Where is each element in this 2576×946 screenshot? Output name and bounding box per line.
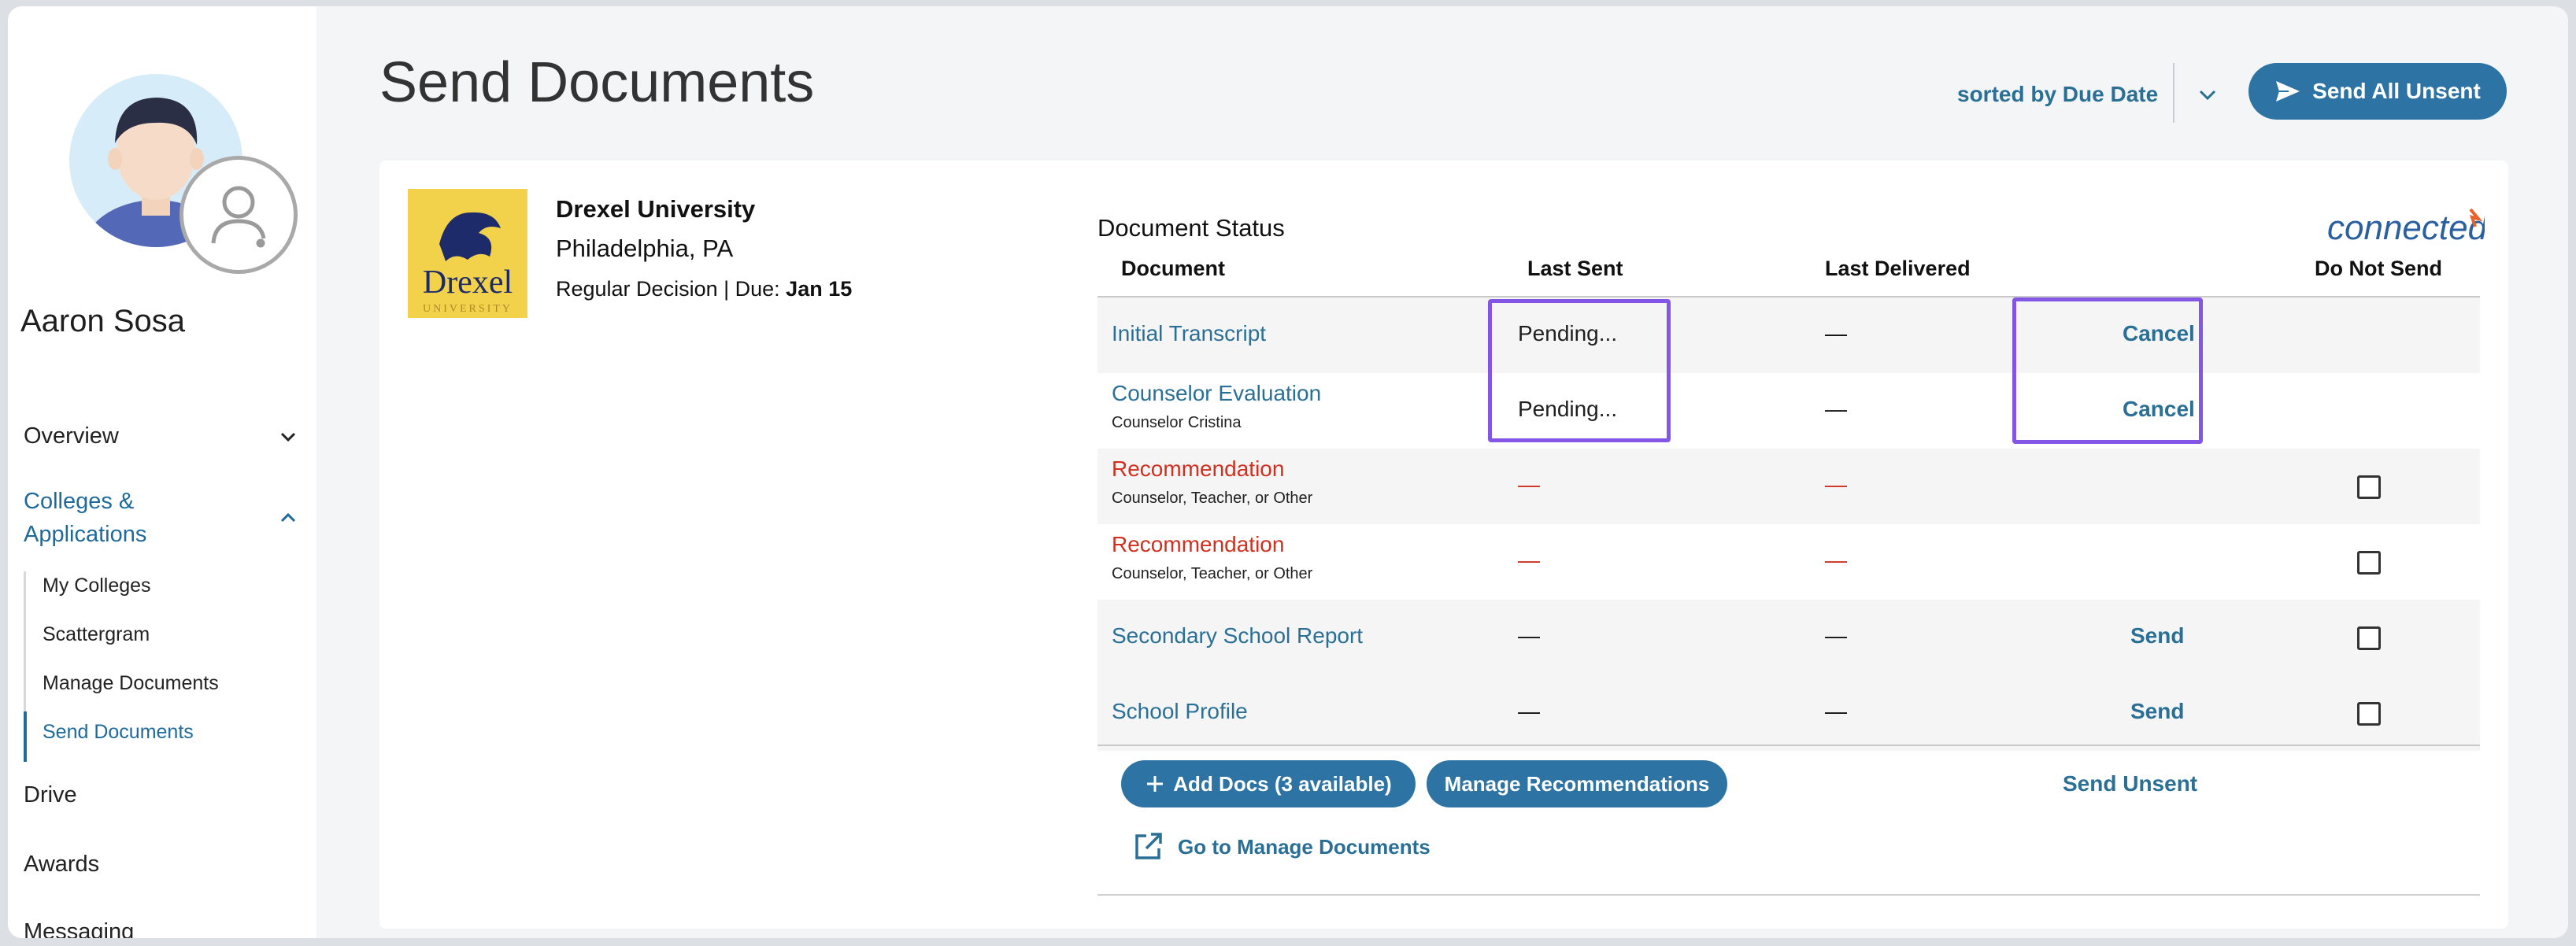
chevron-down-icon <box>280 432 296 442</box>
school-location: Philadelphia, PA <box>556 235 734 262</box>
table-row: School Profile — — Send <box>1097 675 2480 751</box>
card-bottom-divider <box>1097 894 2480 896</box>
sort-label[interactable]: sorted by Due Date <box>1957 82 2158 107</box>
send-icon <box>2276 81 2300 102</box>
sidebar-item-label: Messaging <box>24 919 135 938</box>
do-not-send-checkbox[interactable] <box>2357 551 2381 575</box>
sidebar-item-label: Overview <box>24 423 119 449</box>
table-row: Initial Transcript Pending... — Cancel <box>1097 297 2480 373</box>
external-link-icon <box>1135 833 1162 859</box>
sidebar-item-awards[interactable]: Awards <box>24 852 299 878</box>
sidebar: Aaron Sosa Overview Colleges & Applicati… <box>8 6 316 938</box>
column-header-last-sent: Last Sent <box>1527 257 1623 280</box>
document-link[interactable]: Initial Transcript <box>1112 321 1266 346</box>
last-delivered-value: — <box>1825 699 1847 723</box>
sidebar-item-label: Drive <box>24 782 77 807</box>
add-docs-button[interactable]: Add Docs (3 available) <box>1121 760 1416 807</box>
document-link[interactable]: School Profile <box>1112 699 1248 724</box>
sort-dropdown-chevron-icon[interactable] <box>2193 80 2222 109</box>
document-subtitle: Counselor, Teacher, or Other <box>1112 565 1313 582</box>
logo-subtext: UNIVERSITY <box>423 303 513 315</box>
submenu-active-indicator <box>24 711 27 762</box>
column-header-do-not-send: Do Not Send <box>2315 257 2442 280</box>
last-delivered-value: — <box>1825 623 1847 648</box>
connected-logo-text: connected <box>2327 209 2485 247</box>
sidebar-item-label: Awards <box>24 852 100 877</box>
document-link[interactable]: Counselor Evaluation <box>1112 381 1321 406</box>
document-link[interactable]: Recommendation <box>1112 456 1284 482</box>
table-row: Recommendation Counselor, Teacher, or Ot… <box>1097 449 2480 524</box>
send-unsent-button[interactable]: Send Unsent <box>2063 771 2197 796</box>
send-button[interactable]: Send <box>2130 699 2184 724</box>
profile-placeholder-icon <box>180 156 298 274</box>
deadline-prefix: Regular Decision | Due: <box>556 277 780 301</box>
plus-icon <box>1147 776 1164 792</box>
last-delivered-value: — <box>1825 321 1847 346</box>
do-not-send-checkbox[interactable] <box>2357 475 2381 499</box>
manage-recommendations-button[interactable]: Manage Recommendations <box>1427 760 1727 807</box>
user-name: Aaron Sosa <box>20 304 186 338</box>
table-row: Secondary School Report — — Send <box>1097 600 2480 675</box>
document-status-title: Document Status <box>1097 214 1285 242</box>
sidebar-item-drive[interactable]: Drive <box>24 782 299 808</box>
sidebar-subitem-manage-documents[interactable]: Manage Documents <box>43 672 219 695</box>
table-row: Counselor Evaluation Counselor Cristina … <box>1097 373 2480 449</box>
college-card: Drexel UNIVERSITY Drexel University Phil… <box>379 161 2508 929</box>
school-name[interactable]: Drexel University <box>556 195 755 224</box>
do-not-send-checkbox[interactable] <box>2357 626 2381 650</box>
sort-divider <box>2173 63 2174 123</box>
do-not-send-checkbox[interactable] <box>2357 702 2381 726</box>
sidebar-item-colleges-applications[interactable]: Colleges & Applications <box>24 485 299 551</box>
add-docs-label: Add Docs (3 available) <box>1173 771 1392 796</box>
avatar[interactable] <box>69 74 298 274</box>
last-delivered-value: — <box>1825 397 1847 421</box>
last-sent-value: — <box>1518 699 1540 723</box>
column-header-document: Document <box>1121 257 1226 280</box>
send-button[interactable]: Send <box>2130 623 2184 649</box>
connected-logo-icon: connected <box>2327 208 2485 247</box>
cancel-highlight-box <box>2012 297 2203 444</box>
school-deadline: Regular Decision | Due: Jan 15 <box>556 277 852 301</box>
sidebar-item-label: Colleges & Applications <box>24 489 147 547</box>
sidebar-subitem-my-colleges[interactable]: My Colleges <box>43 575 151 597</box>
last-sent-value: — <box>1518 548 1540 572</box>
pending-highlight-box <box>1488 299 1671 442</box>
sidebar-item-overview[interactable]: Overview <box>24 423 299 449</box>
sidebar-subitem-scattergram[interactable]: Scattergram <box>43 623 150 646</box>
column-header-last-delivered: Last Delivered <box>1825 257 1971 280</box>
document-subtitle: Counselor, Teacher, or Other <box>1112 490 1313 507</box>
manage-documents-link-label: Go to Manage Documents <box>1178 834 1430 859</box>
sidebar-item-messaging[interactable]: Messaging <box>24 919 299 938</box>
logo-wordmark: Drexel <box>423 264 513 301</box>
table-footer-divider <box>1097 745 2480 746</box>
deadline-date: Jan 15 <box>786 277 853 301</box>
document-link[interactable]: Secondary School Report <box>1112 623 1363 649</box>
last-sent-value: — <box>1518 623 1540 648</box>
chevron-up-icon <box>280 512 296 523</box>
send-all-label: Send All Unsent <box>2312 79 2481 103</box>
table-row: Recommendation Counselor, Teacher, or Ot… <box>1097 524 2480 600</box>
last-sent-value: — <box>1518 472 1540 497</box>
send-all-unsent-button[interactable]: Send All Unsent <box>2248 63 2507 120</box>
document-subtitle: Counselor Cristina <box>1112 414 1242 431</box>
app-window: Aaron Sosa Overview Colleges & Applicati… <box>8 6 2568 938</box>
page-title: Send Documents <box>379 51 815 114</box>
last-delivered-value: — <box>1825 548 1847 572</box>
document-link[interactable]: Recommendation <box>1112 532 1284 557</box>
sidebar-subitem-send-documents[interactable]: Send Documents <box>43 721 194 744</box>
last-delivered-value: — <box>1825 472 1847 497</box>
go-to-manage-documents-link[interactable]: Go to Manage Documents <box>1132 831 1430 863</box>
drexel-logo: Drexel UNIVERSITY <box>408 189 527 318</box>
